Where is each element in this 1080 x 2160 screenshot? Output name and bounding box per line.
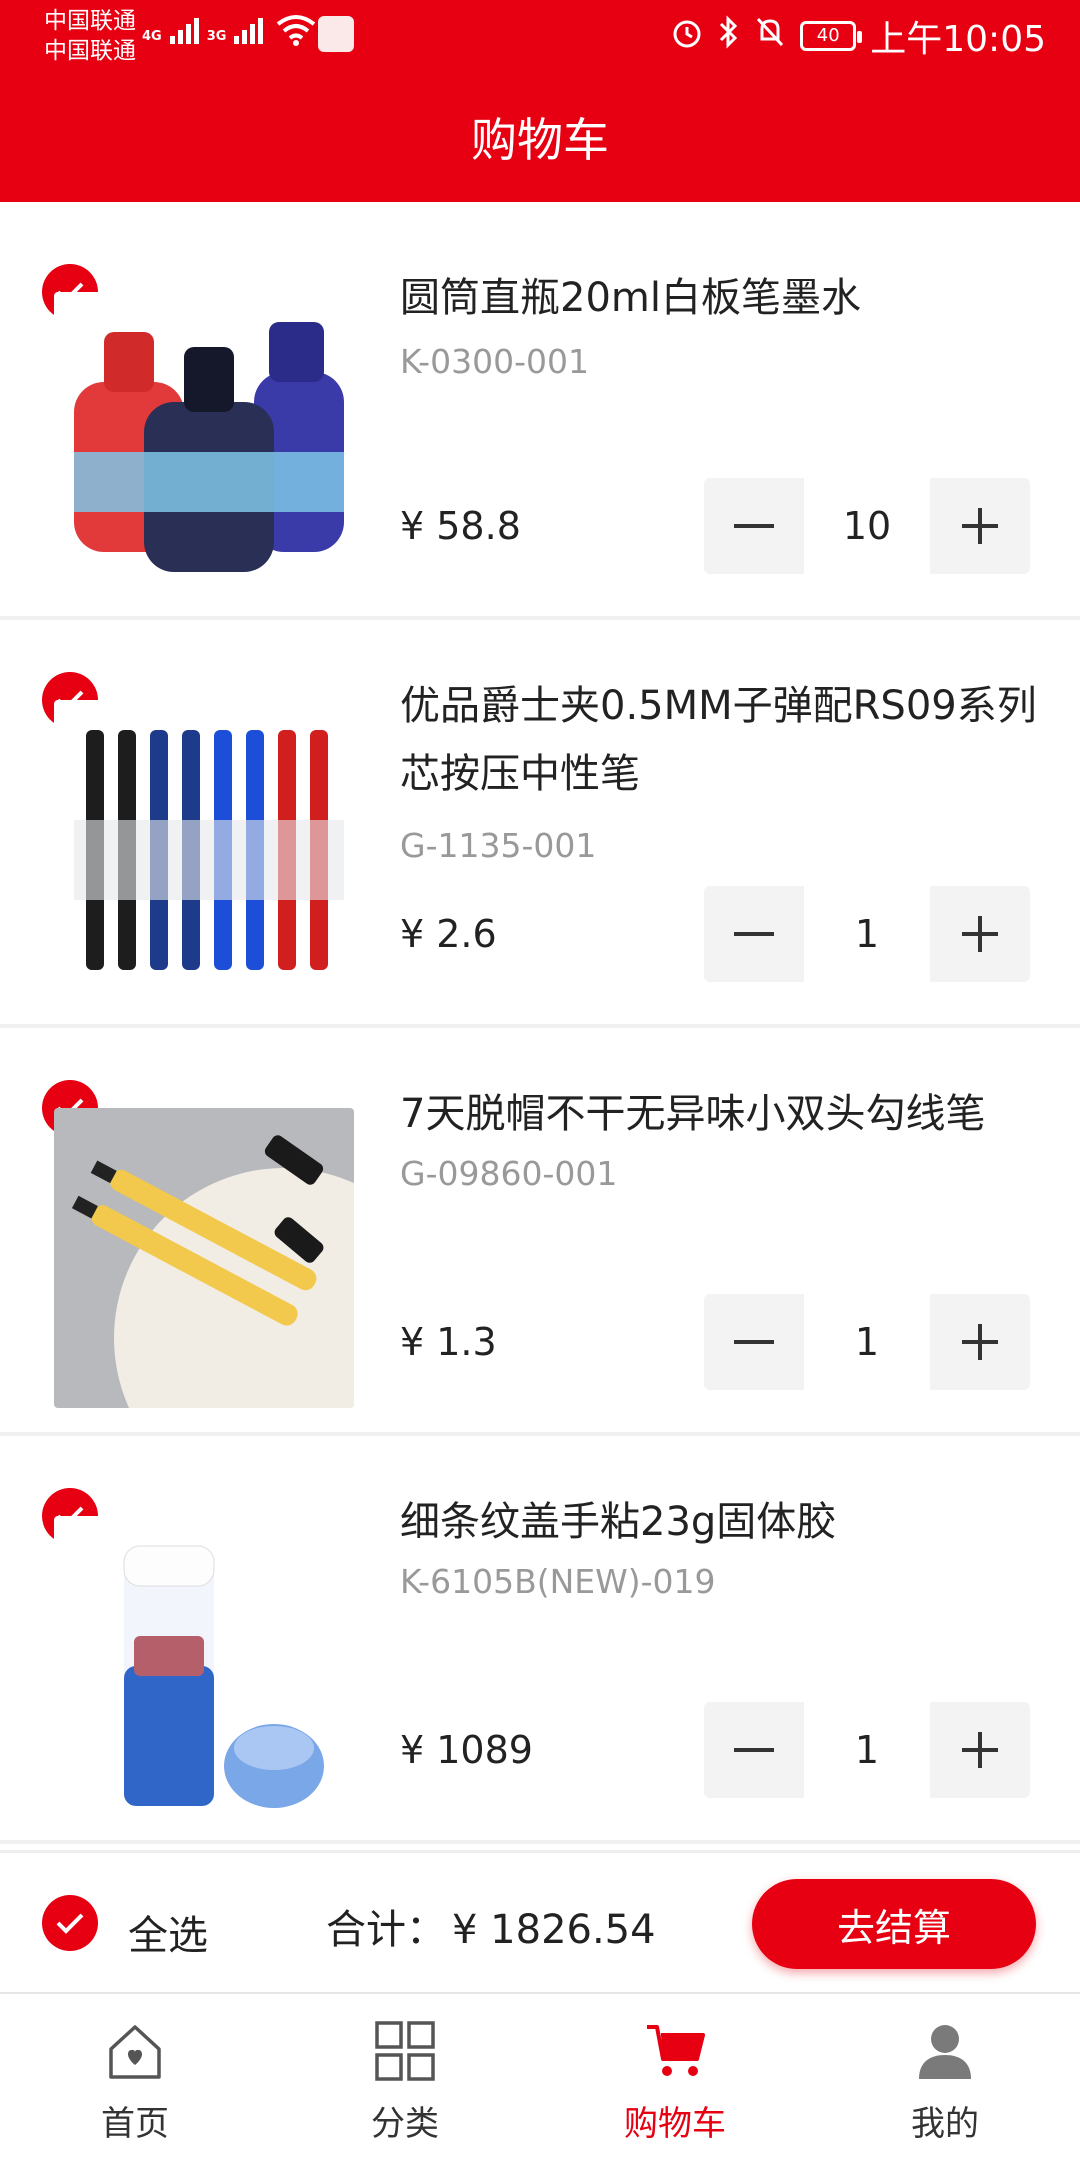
cart-item: 7天脱帽不干无异味小双头勾线笔 G-09860-001 ¥ 1.3 1 xyxy=(0,1028,1080,1436)
item-sku: K-0300-001 xyxy=(400,342,589,381)
wifi-icon xyxy=(276,14,316,50)
battery-icon: 40 xyxy=(800,21,863,51)
header: 中国联通 中国联通 4G 3G 40 上午10:05 购物车 xyxy=(0,0,1080,202)
select-all-check-icon[interactable] xyxy=(42,1895,98,1951)
checkout-button[interactable]: 去结算 xyxy=(752,1879,1036,1969)
cart-item: 优品爵士夹0.5MM子弹配RS09系列芯按压中性笔 G-1135-001 ¥ 2… xyxy=(0,620,1080,1028)
clock: 上午10:05 xyxy=(870,19,1046,60)
tab-profile[interactable]: 我的 xyxy=(810,1994,1080,2160)
cart-item: 细条纹盖手粘23g固体胶 K-6105B(NEW)-019 ¥ 1089 1 xyxy=(0,1436,1080,1844)
decrease-button[interactable] xyxy=(704,478,804,574)
quantity-value[interactable]: 1 xyxy=(804,1294,930,1390)
increase-button[interactable] xyxy=(930,1294,1030,1390)
item-price: ¥ 1089 xyxy=(400,1728,533,1772)
signal-icon-2 xyxy=(234,14,264,44)
quantity-stepper: 1 xyxy=(704,1702,1030,1798)
quantity-value[interactable]: 10 xyxy=(804,478,930,574)
cart-list: 圆筒直瓶20ml白板笔墨水 K-0300-001 ¥ 58.8 10 优品爵士夹… xyxy=(0,212,1080,1844)
cart-summary-bar: 全选 合计： ¥ 1826.54 去结算 xyxy=(0,1850,1080,1992)
tab-label: 分类 xyxy=(371,2104,439,2144)
quantity-stepper: 1 xyxy=(704,886,1030,982)
total-amount: ¥ 1826.54 xyxy=(452,1907,656,1953)
carrier-1: 中国联通 xyxy=(44,8,136,34)
bluetooth-icon xyxy=(718,14,740,58)
tab-category[interactable]: 分类 xyxy=(270,1994,540,2160)
product-image[interactable] xyxy=(54,292,354,592)
net-type-2: 3G xyxy=(206,29,227,44)
decrease-button[interactable] xyxy=(704,886,804,982)
decrease-button[interactable] xyxy=(704,1294,804,1390)
mute-icon xyxy=(754,15,786,58)
item-title[interactable]: 优品爵士夹0.5MM子弹配RS09系列芯按压中性笔 xyxy=(400,672,1040,808)
app-notification-icon xyxy=(318,16,354,52)
quantity-value[interactable]: 1 xyxy=(804,1702,930,1798)
app: 中国联通 中国联通 4G 3G 40 上午10:05 购物车 圆筒直瓶20ml白… xyxy=(0,0,1080,2160)
quantity-value[interactable]: 1 xyxy=(804,886,930,982)
tab-label: 首页 xyxy=(101,2104,169,2144)
carrier-2: 中国联通 xyxy=(44,38,136,64)
item-price: ¥ 1.3 xyxy=(400,1320,497,1364)
bottom-tab-bar: 首页 分类 购物车 我的 xyxy=(0,1992,1080,2160)
cart-icon xyxy=(640,2016,710,2086)
tab-home[interactable]: 首页 xyxy=(0,1994,270,2160)
item-sku: K-6105B(NEW)-019 xyxy=(400,1562,716,1601)
increase-button[interactable] xyxy=(930,1702,1030,1798)
net-type-1: 4G xyxy=(142,29,162,44)
product-image[interactable] xyxy=(54,1516,354,1816)
item-sku: G-1135-001 xyxy=(400,826,597,865)
tab-cart[interactable]: 购物车 xyxy=(540,1994,810,2160)
item-price: ¥ 58.8 xyxy=(400,504,521,548)
tab-label: 购物车 xyxy=(624,2104,726,2144)
product-image[interactable] xyxy=(54,1108,354,1408)
increase-button[interactable] xyxy=(930,478,1030,574)
total-label: 合计： xyxy=(326,1907,446,1953)
product-image[interactable] xyxy=(54,700,354,1000)
cart-item: 圆筒直瓶20ml白板笔墨水 K-0300-001 ¥ 58.8 10 xyxy=(0,212,1080,620)
item-title[interactable]: 细条纹盖手粘23g固体胶 xyxy=(400,1488,1040,1556)
item-price: ¥ 2.6 xyxy=(400,912,497,956)
tab-label: 我的 xyxy=(911,2104,979,2144)
signal-area: 4G 3G xyxy=(142,14,264,44)
item-sku: G-09860-001 xyxy=(400,1154,618,1193)
status-right: 40 上午10:05 xyxy=(670,10,1046,62)
page-title: 购物车 xyxy=(471,113,609,167)
home-icon xyxy=(100,2016,170,2086)
item-title[interactable]: 圆筒直瓶20ml白板笔墨水 xyxy=(400,264,1040,332)
decrease-button[interactable] xyxy=(704,1702,804,1798)
alarm-icon xyxy=(670,15,704,58)
carrier-text: 中国联通 中国联通 xyxy=(44,6,136,66)
quantity-stepper: 1 xyxy=(704,1294,1030,1390)
grid-icon xyxy=(370,2016,440,2086)
quantity-stepper: 10 xyxy=(704,478,1030,574)
signal-icon xyxy=(169,14,199,44)
user-icon xyxy=(910,2016,980,2086)
total-price: 合计： ¥ 1826.54 xyxy=(326,1897,656,1955)
status-bar: 中国联通 中国联通 4G 3G 40 上午10:05 xyxy=(0,0,1080,72)
increase-button[interactable] xyxy=(930,886,1030,982)
select-all-label[interactable]: 全选 xyxy=(128,1903,208,1961)
item-title[interactable]: 7天脱帽不干无异味小双头勾线笔 xyxy=(400,1080,1040,1148)
